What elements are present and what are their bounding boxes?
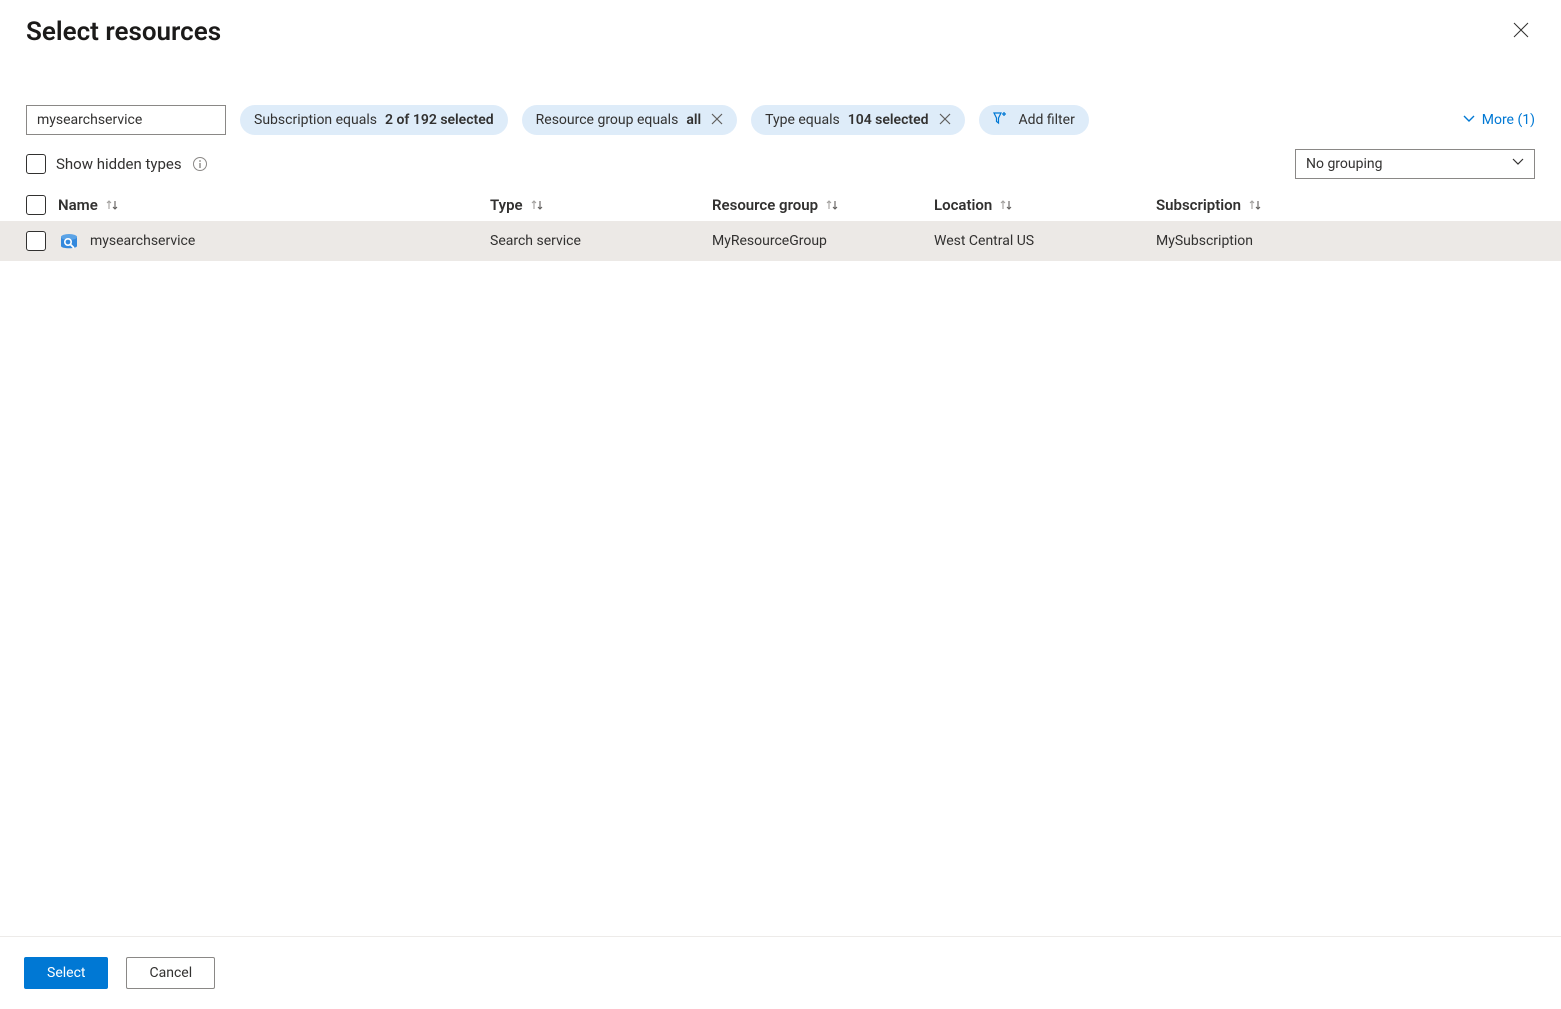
filter-pill-value: 2 of 192 selected bbox=[385, 112, 494, 128]
show-hidden-label: Show hidden types bbox=[56, 155, 182, 173]
filter-pill-prefix: Resource group equals bbox=[536, 112, 679, 128]
close-button[interactable] bbox=[1507, 16, 1535, 47]
resource-group: MyResourceGroup bbox=[712, 233, 827, 249]
filter-icon bbox=[993, 110, 1011, 130]
search-service-icon bbox=[58, 230, 80, 252]
dialog-footer: Select Cancel bbox=[0, 936, 1561, 1009]
column-header-location[interactable]: Location bbox=[934, 196, 1156, 214]
row-checkbox[interactable] bbox=[26, 231, 46, 251]
show-hidden-types: Show hidden types bbox=[26, 154, 208, 174]
dialog-header: Select resources bbox=[0, 0, 1561, 57]
sort-icon bbox=[824, 198, 840, 212]
filter-pill-type[interactable]: Type equals 104 selected bbox=[751, 105, 964, 135]
dialog-title: Select resources bbox=[26, 17, 221, 47]
chevron-down-icon bbox=[1462, 111, 1476, 129]
column-header-resource-group[interactable]: Resource group bbox=[712, 196, 934, 214]
filter-pill-subscription[interactable]: Subscription equals 2 of 192 selected bbox=[240, 105, 508, 135]
column-header-type[interactable]: Type bbox=[490, 196, 712, 214]
select-button[interactable]: Select bbox=[24, 957, 108, 989]
column-label: Subscription bbox=[1156, 196, 1241, 214]
show-hidden-checkbox[interactable] bbox=[26, 154, 46, 174]
column-label: Location bbox=[934, 196, 992, 214]
chevron-down-icon bbox=[1512, 156, 1524, 172]
filter-pill-value: all bbox=[686, 112, 701, 128]
filter-pill-prefix: Type equals bbox=[765, 112, 840, 128]
search-input[interactable] bbox=[26, 105, 226, 135]
column-header-name[interactable]: Name bbox=[58, 196, 490, 214]
filter-pill-prefix: Subscription equals bbox=[254, 112, 377, 128]
grouping-select[interactable]: No grouping bbox=[1295, 149, 1535, 179]
more-filters-link[interactable]: More (1) bbox=[1462, 111, 1535, 129]
column-label: Type bbox=[490, 196, 523, 214]
close-icon bbox=[1513, 22, 1529, 41]
resource-location: West Central US bbox=[934, 233, 1034, 249]
add-filter-button[interactable]: Add filter bbox=[979, 105, 1089, 135]
filter-remove-button[interactable] bbox=[711, 113, 723, 128]
sort-icon bbox=[104, 198, 120, 212]
sort-icon bbox=[998, 198, 1014, 212]
resource-type: Search service bbox=[490, 233, 581, 249]
resources-table: Name Type Resource group Location Subscr… bbox=[0, 189, 1561, 261]
filter-pill-resource-group[interactable]: Resource group equals all bbox=[522, 105, 737, 135]
grouping-value: No grouping bbox=[1306, 156, 1382, 172]
filter-pill-value: 104 selected bbox=[848, 112, 929, 128]
sort-icon bbox=[529, 198, 545, 212]
close-icon bbox=[939, 113, 951, 128]
select-all-checkbox[interactable] bbox=[26, 195, 46, 215]
sort-icon bbox=[1247, 198, 1263, 212]
close-icon bbox=[711, 113, 723, 128]
resource-subscription: MySubscription bbox=[1156, 233, 1253, 249]
options-row: Show hidden types No grouping bbox=[0, 135, 1561, 189]
more-filters-label: More (1) bbox=[1482, 112, 1535, 128]
cancel-button[interactable]: Cancel bbox=[126, 957, 215, 989]
filter-remove-button[interactable] bbox=[939, 113, 951, 128]
add-filter-label: Add filter bbox=[1019, 112, 1075, 128]
info-icon[interactable] bbox=[192, 156, 208, 172]
resource-name: mysearchservice bbox=[90, 233, 195, 249]
column-header-subscription[interactable]: Subscription bbox=[1156, 196, 1535, 214]
column-label: Resource group bbox=[712, 196, 818, 214]
table-header-row: Name Type Resource group Location Subscr… bbox=[0, 189, 1561, 221]
table-row[interactable]: mysearchservice Search service MyResourc… bbox=[0, 221, 1561, 261]
column-label: Name bbox=[58, 196, 98, 214]
filter-bar: Subscription equals 2 of 192 selected Re… bbox=[0, 57, 1561, 135]
